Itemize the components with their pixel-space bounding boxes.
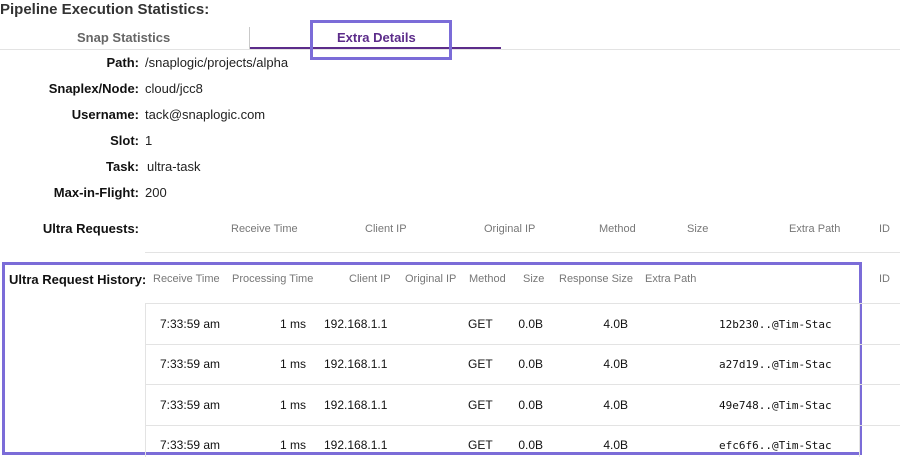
hist-row-3-client-ip: 192.168.1.1 xyxy=(324,398,388,412)
hist-row-1-response-size: 4.0B xyxy=(603,317,628,331)
hist-col-original-ip[interactable]: Original IP xyxy=(405,273,456,285)
hist-row-2-id[interactable]: a27d19..@Tim-Stac xyxy=(719,358,832,371)
hist-row-4-client-ip: 192.168.1.1 xyxy=(324,438,388,452)
ur-col-original-ip[interactable]: Original IP xyxy=(484,223,535,235)
hist-row-4-receive-time: 7:33:59 am xyxy=(160,438,221,452)
tab-extra-details[interactable]: Extra Details xyxy=(337,30,416,45)
hist-col-extra-path[interactable]: Extra Path xyxy=(645,273,696,285)
ur-col-method[interactable]: Method xyxy=(599,223,636,235)
hist-col-response-size[interactable]: Response Size xyxy=(559,273,633,285)
path-value: /snaplogic/projects/alpha xyxy=(145,55,289,70)
hist-col-id[interactable]: ID xyxy=(879,273,890,285)
max-in-flight-value: 200 xyxy=(145,185,167,200)
row-divider xyxy=(145,303,900,304)
hist-col-receive-time[interactable]: Receive Time xyxy=(153,273,220,285)
hist-row-4-response-size: 4.0B xyxy=(603,438,628,452)
hist-col-method[interactable]: Method xyxy=(469,273,506,285)
snaplex-value: cloud/jcc8 xyxy=(145,81,203,96)
slot-value: 1 xyxy=(145,133,153,148)
hist-row-1-id[interactable]: 12b230..@Tim-Stac xyxy=(719,318,832,331)
hist-row-1-processing-time: 1 ms xyxy=(279,317,306,331)
hist-row-1-method: GET xyxy=(468,317,493,331)
tab-snap-statistics[interactable]: Snap Statistics xyxy=(77,30,170,45)
hist-col-size[interactable]: Size xyxy=(523,273,544,285)
slot-label: Slot: xyxy=(110,133,139,148)
hist-row-3-id[interactable]: 49e748..@Tim-Stac xyxy=(719,399,832,412)
hist-row-2-processing-time: 1 ms xyxy=(279,357,306,371)
hist-row-3-receive-time: 7:33:59 am xyxy=(160,398,221,412)
hist-col-client-ip[interactable]: Client IP xyxy=(349,273,391,285)
ur-col-receive-time[interactable]: Receive Time xyxy=(231,223,298,235)
table-col-border xyxy=(859,303,860,457)
hist-row-4-method: GET xyxy=(468,438,493,452)
ultra-requests-divider xyxy=(145,252,900,253)
hist-row-2-response-size: 4.0B xyxy=(603,357,628,371)
row-divider xyxy=(145,384,900,385)
hist-row-3-response-size: 4.0B xyxy=(603,398,628,412)
ultra-request-history-label: Ultra Request History: xyxy=(9,272,147,287)
hist-row-3-method: GET xyxy=(468,398,493,412)
path-label: Path: xyxy=(106,55,140,70)
hist-row-2-method: GET xyxy=(468,357,493,371)
username-value: tack@snaplogic.com xyxy=(145,107,266,122)
hist-row-3-size: 0.0B xyxy=(518,398,543,412)
hist-row-2-size: 0.0B xyxy=(518,357,543,371)
page-title: Pipeline Execution Statistics: xyxy=(0,1,210,18)
ultra-requests-label: Ultra Requests: xyxy=(42,221,139,236)
snaplex-label: Snaplex/Node: xyxy=(48,81,139,96)
task-value: ultra-task xyxy=(147,159,201,174)
ur-col-extra-path[interactable]: Extra Path xyxy=(789,223,840,235)
hist-row-4-processing-time: 1 ms xyxy=(279,438,306,452)
table-left-border xyxy=(145,303,146,457)
row-divider xyxy=(145,344,900,345)
task-label: Task: xyxy=(106,159,139,174)
tab-divider xyxy=(249,27,250,49)
row-divider xyxy=(145,425,900,426)
max-in-flight-label: Max-in-Flight: xyxy=(53,185,139,200)
hist-col-processing-time[interactable]: Processing Time xyxy=(232,273,313,285)
hist-row-1-receive-time: 7:33:59 am xyxy=(160,317,221,331)
hist-row-1-size: 0.0B xyxy=(518,317,543,331)
hist-row-2-receive-time: 7:33:59 am xyxy=(160,357,221,371)
hist-row-3-processing-time: 1 ms xyxy=(279,398,306,412)
ur-col-client-ip[interactable]: Client IP xyxy=(365,223,407,235)
hist-row-1-client-ip: 192.168.1.1 xyxy=(324,317,388,331)
hist-row-4-size: 0.0B xyxy=(518,438,543,452)
ur-col-id[interactable]: ID xyxy=(879,223,890,235)
ur-col-size[interactable]: Size xyxy=(687,223,708,235)
username-label: Username: xyxy=(71,107,139,122)
hist-row-4-id[interactable]: efc6f6..@Tim-Stac xyxy=(719,439,832,452)
hist-row-2-client-ip: 192.168.1.1 xyxy=(324,357,388,371)
